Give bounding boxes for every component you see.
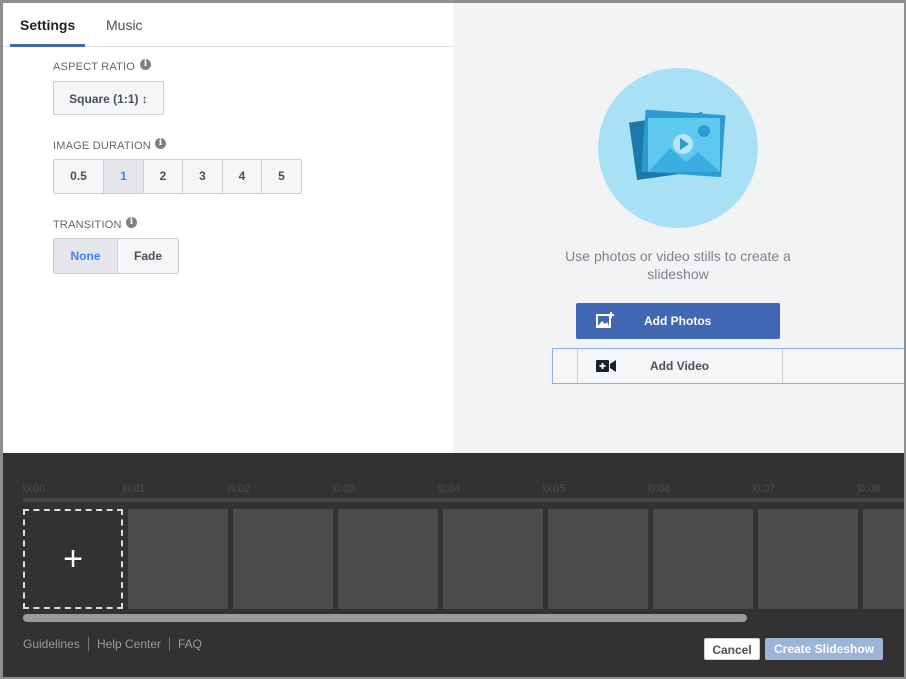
timeline-panel: 0:00 0:01 0:02 0:03 0:04 0:05 0:06 0:07 …	[3, 453, 904, 677]
empty-slide-slot[interactable]	[128, 509, 228, 609]
transition-info-icon[interactable]: i	[126, 217, 137, 228]
empty-slide-slot[interactable]	[548, 509, 648, 609]
image-duration-segmented: 0.5 1 2 3 4 5	[53, 159, 302, 194]
empty-slide-slot[interactable]	[653, 509, 753, 609]
footer-divider	[88, 637, 89, 651]
timeline-tick-mark	[228, 483, 229, 495]
add-video-icon	[596, 360, 616, 372]
duration-option-3[interactable]: 3	[183, 160, 223, 193]
add-video-label: Add Video	[650, 359, 710, 373]
guidelines-link[interactable]: Guidelines	[23, 637, 80, 651]
plus-icon: +	[63, 540, 83, 578]
aspect-ratio-select[interactable]: Square (1:1) ↕	[53, 81, 164, 115]
empty-slide-slot[interactable]	[443, 509, 543, 609]
duration-option-2[interactable]: 2	[144, 160, 183, 193]
add-photos-button[interactable]: Add Photos	[576, 303, 780, 339]
tab-settings[interactable]: Settings	[9, 3, 86, 47]
add-video-button[interactable]: Add Video	[552, 348, 904, 384]
help-center-link[interactable]: Help Center	[97, 637, 161, 651]
image-duration-info-icon[interactable]: i	[155, 138, 166, 149]
timeline-scrollbar[interactable]	[23, 614, 747, 622]
timeline-tick: 0:08	[859, 483, 881, 495]
add-photos-label: Add Photos	[644, 314, 712, 328]
timeline-tick-mark	[858, 483, 859, 495]
create-slideshow-button[interactable]: Create Slideshow	[765, 638, 883, 660]
empty-slide-slot[interactable]	[338, 509, 438, 609]
timeline-tick-mark	[123, 483, 124, 495]
add-media-slot[interactable]: +	[23, 509, 123, 609]
photos-illustration-icon	[628, 109, 726, 181]
timeline-tick: 0:04	[439, 483, 461, 495]
timeline-tick-mark	[23, 483, 24, 495]
aspect-ratio-label: ASPECT RATIO	[53, 61, 136, 73]
duration-option-5[interactable]: 5	[262, 160, 301, 193]
add-video-inner: Add Video	[577, 349, 783, 383]
media-panel: Use photos or video stills to create a s…	[453, 3, 904, 453]
media-hint-text: Use photos or video stills to create a s…	[565, 248, 791, 282]
timeline-tick-mark	[333, 483, 334, 495]
timeline-tick: 0:00	[24, 483, 46, 495]
transition-segmented: None Fade	[53, 238, 179, 274]
duration-option-1[interactable]: 1	[104, 160, 144, 193]
timeline-tick: 0:06	[649, 483, 671, 495]
timeline-ruler	[23, 498, 904, 502]
slideshow-dialog: Settings Music ASPECT RATIO i Square (1:…	[3, 3, 904, 677]
timeline-tick: 0:03	[334, 483, 356, 495]
empty-slide-slot[interactable]	[758, 509, 858, 609]
image-duration-label: IMAGE DURATION	[53, 140, 151, 152]
transition-label: TRANSITION	[53, 219, 122, 231]
timeline-tick: 0:07	[754, 483, 776, 495]
timeline-tick: 0:02	[229, 483, 251, 495]
timeline-tick-mark	[753, 483, 754, 495]
footer-divider	[169, 637, 170, 651]
transition-option-none[interactable]: None	[54, 239, 118, 273]
timeline-tick-mark	[543, 483, 544, 495]
timeline-tick: 0:01	[124, 483, 146, 495]
tab-bar: Settings Music	[3, 3, 453, 47]
tab-music[interactable]: Music	[106, 3, 143, 46]
timeline-tick-mark	[438, 483, 439, 495]
add-photo-icon	[596, 312, 614, 328]
transition-option-fade[interactable]: Fade	[118, 239, 178, 273]
duration-option-4[interactable]: 4	[223, 160, 262, 193]
aspect-ratio-info-icon[interactable]: i	[140, 59, 151, 70]
timeline-tick: 0:05	[544, 483, 566, 495]
empty-slide-slot[interactable]	[233, 509, 333, 609]
timeline-tick-mark	[648, 483, 649, 495]
slideshow-illustration	[598, 68, 758, 228]
empty-slide-slot[interactable]	[863, 509, 904, 609]
faq-link[interactable]: FAQ	[178, 637, 202, 651]
cancel-button[interactable]: Cancel	[704, 638, 760, 660]
duration-option-0-5[interactable]: 0.5	[54, 160, 104, 193]
